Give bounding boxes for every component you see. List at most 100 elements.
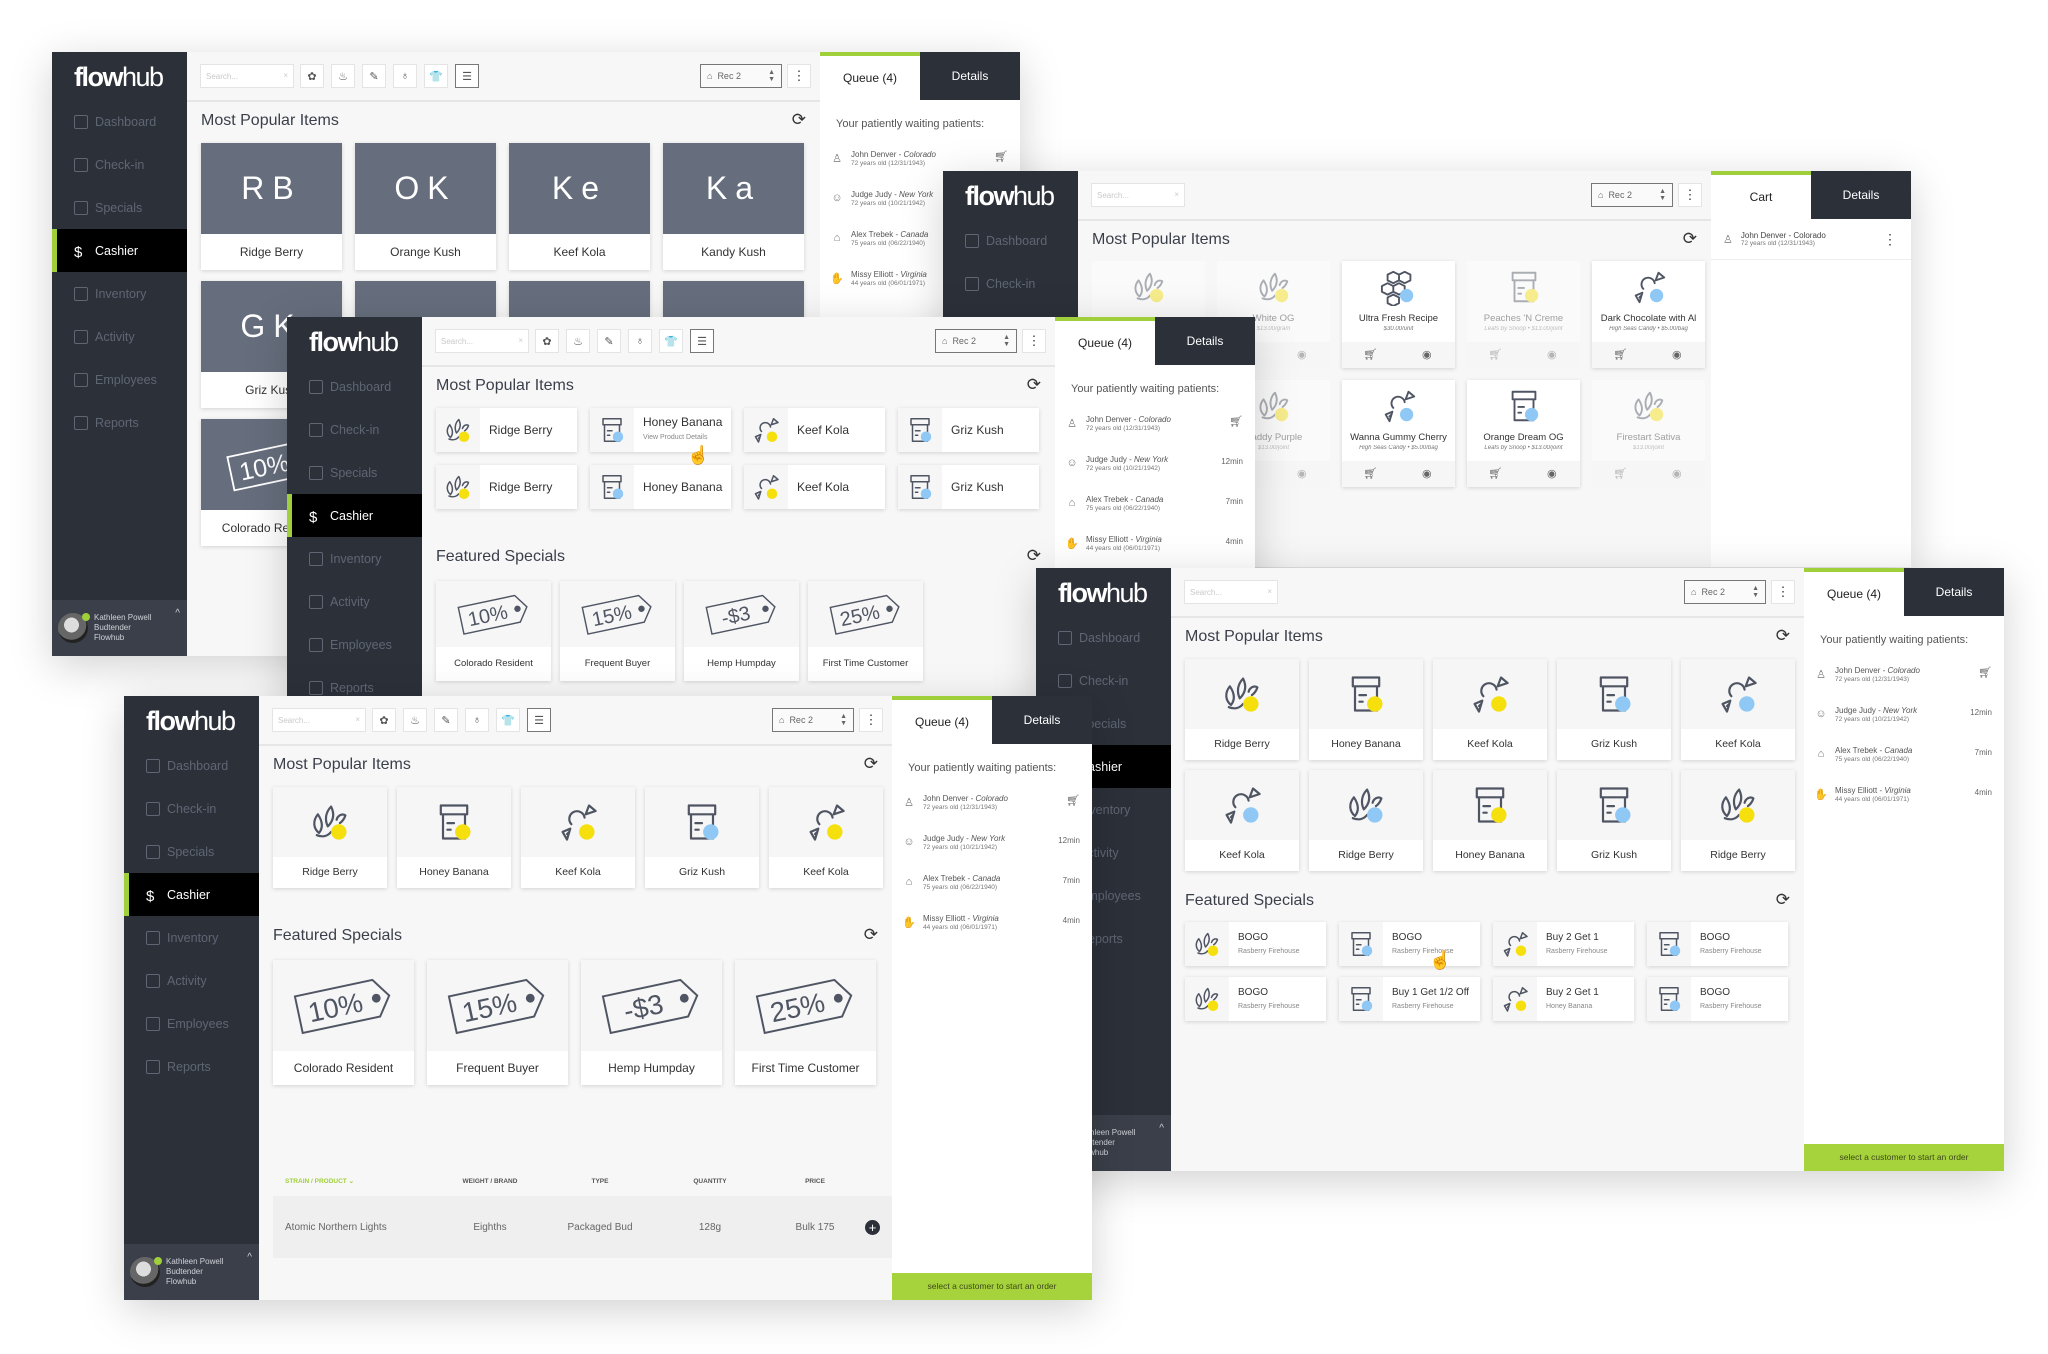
register-select[interactable]: ⌂ Rec 2 ▲ ▼ (772, 708, 854, 732)
more-options-button[interactable]: ⋮ (787, 64, 811, 88)
special-tile[interactable]: 10% Colorado Resident (436, 581, 551, 681)
list-filter-button[interactable]: ☰ (455, 64, 479, 88)
patient-row[interactable]: ⌂ Alex Trebek - Canada 75 years old (06/… (892, 862, 1092, 902)
register-select[interactable]: ⌂ Rec 2 ▲ ▼ (1591, 183, 1673, 207)
product-card[interactable]: Ultra Fresh Recipe $30.00/unit 🛒︎ ◉ (1342, 261, 1455, 368)
product-tile[interactable]: Keef Kola (1185, 770, 1299, 871)
search-input[interactable]: Search... × (1091, 183, 1185, 207)
product-tile[interactable]: Ridge Berry (1309, 770, 1423, 871)
add-item-button[interactable]: + (865, 1219, 880, 1235)
tab-queue[interactable]: Queue (4) (1055, 317, 1155, 365)
register-select[interactable]: ⌂ Rec 2 ▲ ▼ (935, 329, 1017, 353)
refresh-icon[interactable]: ⟳ (1683, 229, 1697, 249)
product-tile[interactable]: RB Ridge Berry (201, 143, 342, 270)
product-tile[interactable]: Keef Kola (1681, 659, 1795, 760)
tab-cart[interactable]: Cart (1711, 171, 1811, 219)
sidebar-item-employees[interactable]: Employees (52, 358, 187, 401)
sidebar-item-inventory[interactable]: Inventory (52, 272, 187, 315)
product-card[interactable]: Dark Chocolate with Al High Seas Candy • … (1592, 261, 1705, 368)
special-tile[interactable]: 25% First Time Customer (808, 581, 923, 681)
refresh-icon[interactable]: ⟳ (1776, 890, 1790, 910)
tab-details[interactable]: Details (992, 696, 1092, 744)
product-tile[interactable]: Keef Kola (744, 408, 885, 452)
product-tile[interactable]: Griz Kush (645, 787, 759, 888)
product-tile[interactable]: Keef Kola (521, 787, 635, 888)
column-header[interactable]: TYPE (545, 1178, 655, 1185)
apparel-filter-button[interactable]: 👕 (424, 64, 448, 88)
bottle-filter-button[interactable]: ♁ (628, 329, 652, 353)
refresh-icon[interactable]: ⟳ (1027, 375, 1041, 395)
add-to-cart-icon[interactable]: 🛒︎ (1592, 342, 1649, 368)
sidebar-item-checkin[interactable]: Check-in (124, 787, 259, 830)
view-details-icon[interactable]: ◉ (1524, 342, 1581, 368)
sidebar-item-reports[interactable]: Reports (52, 401, 187, 444)
view-details-icon[interactable]: ◉ (1524, 461, 1581, 487)
cannabis-filter-button[interactable]: ✿ (372, 708, 396, 732)
product-card[interactable]: Orange Dream OG Leafs by Snoop • $13.00/j… (1467, 380, 1580, 487)
sidebar-item-dashboard[interactable]: Dashboard (943, 219, 1078, 262)
add-to-cart-icon[interactable]: 🛒︎ (1592, 461, 1649, 487)
register-select[interactable]: ⌂ Rec 2 ▲ ▼ (700, 64, 782, 88)
view-details-icon[interactable]: ◉ (1399, 461, 1456, 487)
product-tile[interactable]: Keef Kola (769, 787, 883, 888)
sidebar-item-checkin[interactable]: Check-in (287, 408, 422, 451)
product-card[interactable]: Firestart Sativa $13.00/joint 🛒︎ ◉ (1592, 380, 1705, 487)
refresh-icon[interactable]: ⟳ (1027, 546, 1041, 566)
patient-row[interactable]: ✋ Missy Elliott - Virginia 44 years old … (1055, 523, 1255, 563)
kebab-icon[interactable]: ⋮ (1883, 231, 1897, 248)
tab-details[interactable]: Details (1904, 568, 2004, 616)
patient-row[interactable]: ♙ John Denver - Colorado 72 years old (1… (892, 782, 1092, 822)
sidebar-item-dashboard[interactable]: Dashboard (287, 365, 422, 408)
sidebar-item-specials[interactable]: Specials (124, 830, 259, 873)
cannabis-filter-button[interactable]: ✿ (535, 329, 559, 353)
more-options-button[interactable]: ⋮ (859, 708, 883, 732)
refresh-icon[interactable]: ⟳ (1776, 626, 1790, 646)
table-row[interactable]: Atomic Northern Lights Eighths Packaged Bu… (273, 1196, 892, 1258)
sidebar-item-inventory[interactable]: Inventory (287, 537, 422, 580)
list-filter-button[interactable]: ☰ (690, 329, 714, 353)
add-to-cart-icon[interactable]: 🛒︎ (1467, 342, 1524, 368)
clear-search-icon[interactable]: × (1174, 190, 1179, 199)
product-tile[interactable]: Honey Banana (590, 465, 731, 509)
special-tile[interactable]: Buy 2 Get 1 Honey Banana (1493, 977, 1634, 1021)
chevron-up-icon[interactable]: ^ (1159, 1123, 1164, 1134)
refresh-icon[interactable]: ⟳ (792, 110, 806, 130)
flowhub-logo[interactable]: flowhub (146, 706, 236, 737)
tab-queue[interactable]: Queue (4) (820, 52, 920, 100)
sidebar-item-dashboard[interactable]: Dashboard (124, 744, 259, 787)
special-tile[interactable]: -$3 Hemp Humpday (684, 581, 799, 681)
view-details-link[interactable]: View Product Details (643, 434, 707, 441)
special-tile[interactable]: BOGO Rasberry Firehouse (1185, 922, 1326, 966)
column-header[interactable]: WEIGHT / BRAND (435, 1178, 545, 1185)
sidebar-item-checkin[interactable]: Check-in (52, 143, 187, 186)
product-tile[interactable]: Ka Kandy Kush (663, 143, 804, 270)
clear-search-icon[interactable]: × (518, 336, 523, 345)
product-tile[interactable]: Ridge Berry (436, 408, 577, 452)
clear-search-icon[interactable]: × (1267, 587, 1272, 596)
add-to-cart-icon[interactable]: 🛒︎ (1342, 461, 1399, 487)
search-input[interactable]: Search... × (1184, 580, 1278, 604)
special-tile[interactable]: -$3 Hemp Humpday (581, 960, 722, 1085)
product-tile[interactable]: Griz Kush (1557, 659, 1671, 760)
cart-icon[interactable]: 🛒︎ (1229, 415, 1243, 428)
search-input[interactable]: Search... × (272, 708, 366, 732)
product-tile[interactable]: Honey Banana (1309, 659, 1423, 760)
search-input[interactable]: Search... × (435, 329, 529, 353)
product-tile[interactable]: Griz Kush (1557, 770, 1671, 871)
concentrate-filter-button[interactable]: ✎ (362, 64, 386, 88)
column-header[interactable]: QUANTITY (655, 1178, 765, 1185)
apparel-filter-button[interactable]: 👕 (496, 708, 520, 732)
sidebar-item-dashboard[interactable]: Dashboard (1036, 616, 1171, 659)
special-tile[interactable]: BOGO Rasberry Firehouse (1339, 922, 1480, 966)
chevron-up-icon[interactable]: ^ (247, 1252, 252, 1263)
flowhub-logo[interactable]: flowhub (1058, 578, 1148, 609)
special-tile[interactable]: 25% First Time Customer (735, 960, 876, 1085)
sidebar-item-checkin[interactable]: Check-in (943, 262, 1078, 305)
edibles-filter-button[interactable]: ♨ (566, 329, 590, 353)
user-card[interactable]: Kathleen Powell Budtender Flowhub ^ (52, 600, 187, 656)
bottle-filter-button[interactable]: ♁ (465, 708, 489, 732)
list-filter-button[interactable]: ☰ (527, 708, 551, 732)
flowhub-logo[interactable]: flowhub (74, 62, 164, 93)
patient-row[interactable]: ☺ Judge Judy - New York 72 years old (10… (1804, 694, 2004, 734)
sidebar-item-activity[interactable]: Activity (287, 580, 422, 623)
